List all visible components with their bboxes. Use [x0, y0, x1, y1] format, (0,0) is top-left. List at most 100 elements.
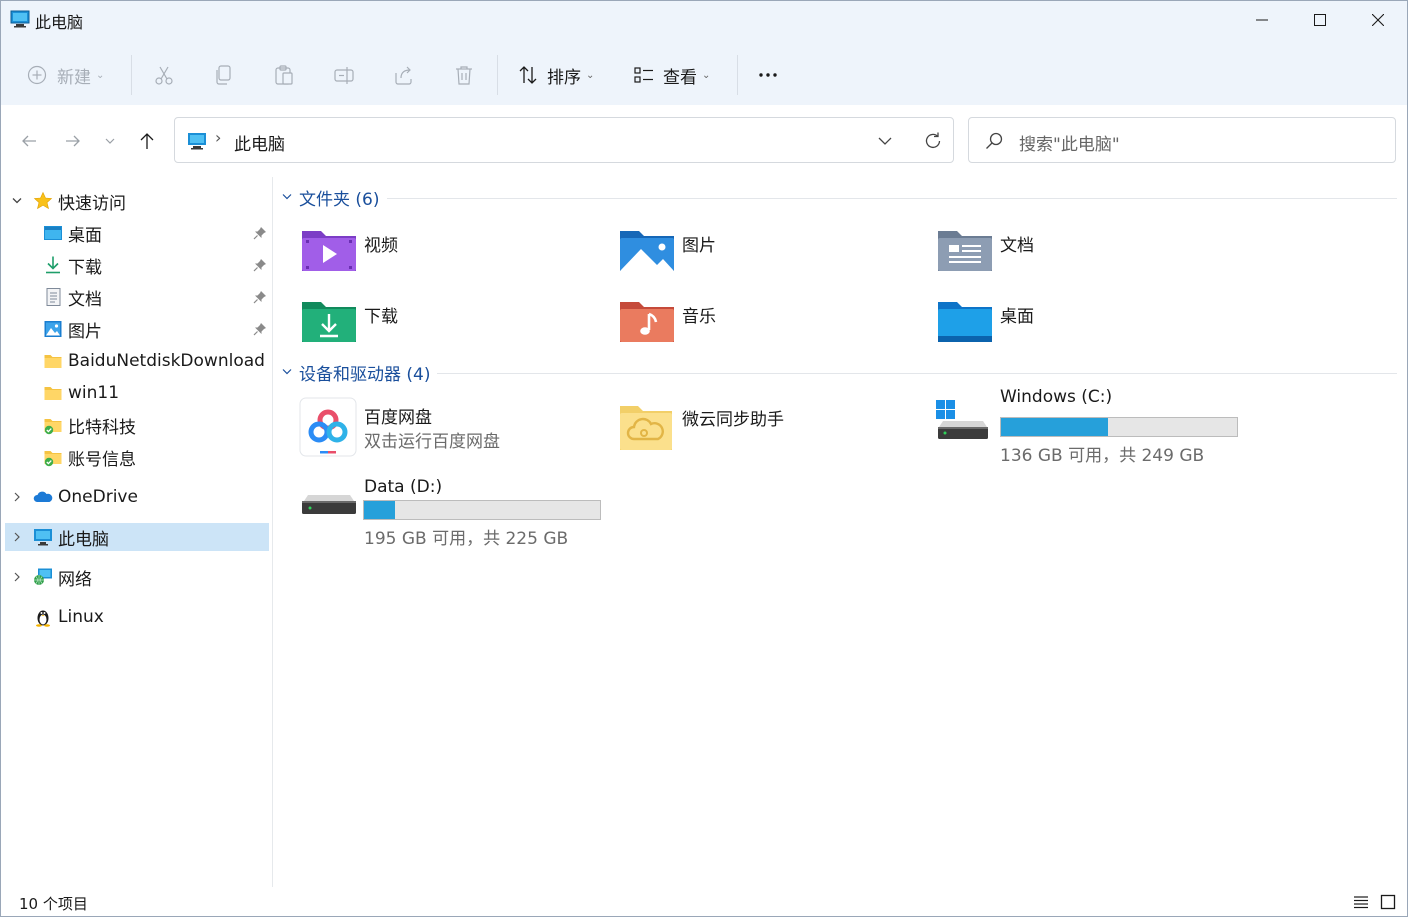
chevron-down-icon: ⌄	[702, 69, 711, 81]
delete-icon	[456, 66, 472, 85]
sidebar-item-label: 快速访问	[58, 193, 126, 214]
folder-tile-desktop[interactable]: 桌面	[937, 296, 1237, 352]
explorer-window: 此电脑 新建 ⌄ 排序 ⌄ 查看 ⌄ › 此电脑 搜索"此电脑" 快速访问 桌面…	[0, 0, 1408, 917]
search-placeholder: 搜索"此电脑"	[1019, 135, 1120, 155]
weiyun-folder-icon	[620, 406, 672, 450]
copy-icon	[216, 65, 231, 85]
search-box[interactable]: 搜索"此电脑"	[968, 117, 1396, 163]
folder-tile-videos[interactable]: 视频	[301, 225, 601, 281]
sidebar-item-documents[interactable]: 文档	[5, 283, 269, 311]
sidebar-item-label: 账号信息	[68, 449, 136, 470]
share-icon	[395, 66, 412, 85]
more-icon	[759, 73, 777, 77]
title-bar[interactable]: 此电脑	[1, 1, 1407, 41]
this-pc-icon	[10, 10, 30, 28]
address-dropdown-button[interactable]	[873, 130, 897, 152]
minimize-button[interactable]	[1233, 1, 1291, 39]
chevron-right-icon	[14, 532, 20, 542]
sidebar-item-label: 比特科技	[68, 417, 136, 438]
recent-locations-button[interactable]	[97, 127, 123, 155]
sidebar-item-win11[interactable]: win11	[5, 379, 269, 407]
folder-icon	[44, 355, 62, 368]
network-icon	[34, 568, 52, 585]
folder-tile-downloads[interactable]: 下载	[301, 296, 601, 352]
command-bar: 新建 ⌄ 排序 ⌄ 查看 ⌄	[1, 49, 1407, 101]
address-bar[interactable]: › 此电脑	[174, 117, 954, 163]
folder-label: 音乐	[682, 307, 716, 327]
sidebar-item-bite-tech[interactable]: 比特科技	[5, 411, 269, 439]
drive-tile-d[interactable]: Data (D:) 195 GB 可用，共 225 GB	[301, 475, 641, 549]
sidebar-item-desktop[interactable]: 桌面	[5, 219, 269, 247]
forward-button[interactable]	[59, 127, 87, 155]
close-button[interactable]	[1349, 1, 1407, 39]
breadcrumb-this-pc[interactable]: 此电脑	[234, 130, 285, 155]
onedrive-icon	[33, 491, 53, 502]
chevron-right-icon	[14, 492, 20, 502]
device-tile-weiyun[interactable]: 微云同步助手	[619, 403, 919, 459]
close-icon	[1372, 14, 1384, 26]
more-button[interactable]	[757, 57, 779, 93]
windows-drive-icon	[936, 400, 988, 439]
sidebar-item-label: 图片	[68, 321, 102, 342]
folder-label: 图片	[682, 236, 716, 256]
hard-drive-icon	[302, 495, 356, 514]
sidebar-item-label: 网络	[58, 569, 92, 590]
sidebar-item-this-pc[interactable]: 此电脑	[5, 523, 269, 551]
breadcrumb-separator: ›	[215, 128, 222, 147]
toolbar-divider	[131, 55, 132, 95]
paste-button[interactable]	[273, 57, 295, 93]
cut-button[interactable]	[153, 57, 175, 93]
details-view-button[interactable]	[1350, 891, 1372, 913]
back-button[interactable]	[15, 127, 43, 155]
content-pane: 文件夹 (6) 视频 图片 文档 下载 音乐 桌面 设备和驱动器 (4) 百度网…	[273, 177, 1407, 887]
drive-space-text: 136 GB 可用，共 249 GB	[1000, 446, 1205, 466]
documents-folder-icon	[938, 231, 992, 271]
tiles-view-button[interactable]	[1377, 891, 1399, 913]
synced-folder-icon	[44, 451, 62, 467]
folder-icon	[44, 387, 62, 400]
refresh-button[interactable]	[920, 128, 946, 154]
toolbar-divider	[497, 55, 498, 95]
folder-tile-music[interactable]: 音乐	[619, 296, 919, 352]
new-icon	[27, 65, 47, 85]
view-label: 查看	[663, 67, 697, 88]
device-tile-baidu-netdisk[interactable]: 百度网盘 双击运行百度网盘	[299, 397, 599, 459]
devices-section-title: 设备和驱动器 (4)	[299, 364, 431, 385]
sidebar-item-downloads[interactable]: 下载	[5, 251, 269, 279]
folder-tile-documents[interactable]: 文档	[937, 225, 1237, 281]
folders-section-header[interactable]: 文件夹 (6)	[281, 185, 379, 210]
up-button[interactable]	[133, 127, 161, 155]
devices-section-header[interactable]: 设备和驱动器 (4)	[281, 360, 431, 385]
folder-tile-pictures[interactable]: 图片	[619, 225, 919, 281]
device-label: 百度网盘	[364, 408, 432, 428]
sort-button[interactable]: 排序 ⌄	[517, 57, 594, 93]
synced-folder-icon	[44, 419, 62, 435]
new-button[interactable]: 新建 ⌄	[27, 57, 104, 93]
device-subtitle: 双击运行百度网盘	[364, 432, 500, 452]
delete-button[interactable]	[453, 57, 475, 93]
rename-button[interactable]	[333, 57, 355, 93]
chevron-down-icon	[282, 194, 292, 200]
view-icon	[634, 67, 653, 83]
top-area: 此电脑 新建 ⌄ 排序 ⌄ 查看 ⌄	[1, 1, 1407, 105]
copy-button[interactable]	[213, 57, 235, 93]
arrow-left-icon	[22, 135, 36, 147]
share-button[interactable]	[393, 57, 415, 93]
folder-label: 桌面	[1000, 307, 1034, 327]
sidebar-item-baidunetdiskdownload[interactable]: BaiduNetdiskDownload	[5, 347, 269, 375]
refresh-icon	[925, 132, 941, 149]
drive-space-text: 195 GB 可用，共 225 GB	[364, 529, 569, 549]
star-icon	[33, 191, 53, 210]
sidebar-item-linux[interactable]: Linux	[5, 603, 269, 631]
arrow-up-icon	[140, 133, 154, 149]
sidebar-item-label: 此电脑	[58, 529, 109, 550]
sidebar-item-onedrive[interactable]: OneDrive	[5, 483, 269, 511]
maximize-button[interactable]	[1291, 1, 1349, 39]
device-label: 微云同步助手	[682, 410, 784, 430]
sidebar-item-quick-access[interactable]: 快速访问	[5, 187, 269, 215]
sidebar-item-pictures[interactable]: 图片	[5, 315, 269, 343]
sidebar-item-account-info[interactable]: 账号信息	[5, 443, 269, 471]
view-button[interactable]: 查看 ⌄	[633, 57, 710, 93]
sidebar-item-network[interactable]: 网络	[5, 563, 269, 591]
drive-tile-c[interactable]: Windows (C:) 136 GB 可用，共 249 GB	[935, 387, 1275, 466]
